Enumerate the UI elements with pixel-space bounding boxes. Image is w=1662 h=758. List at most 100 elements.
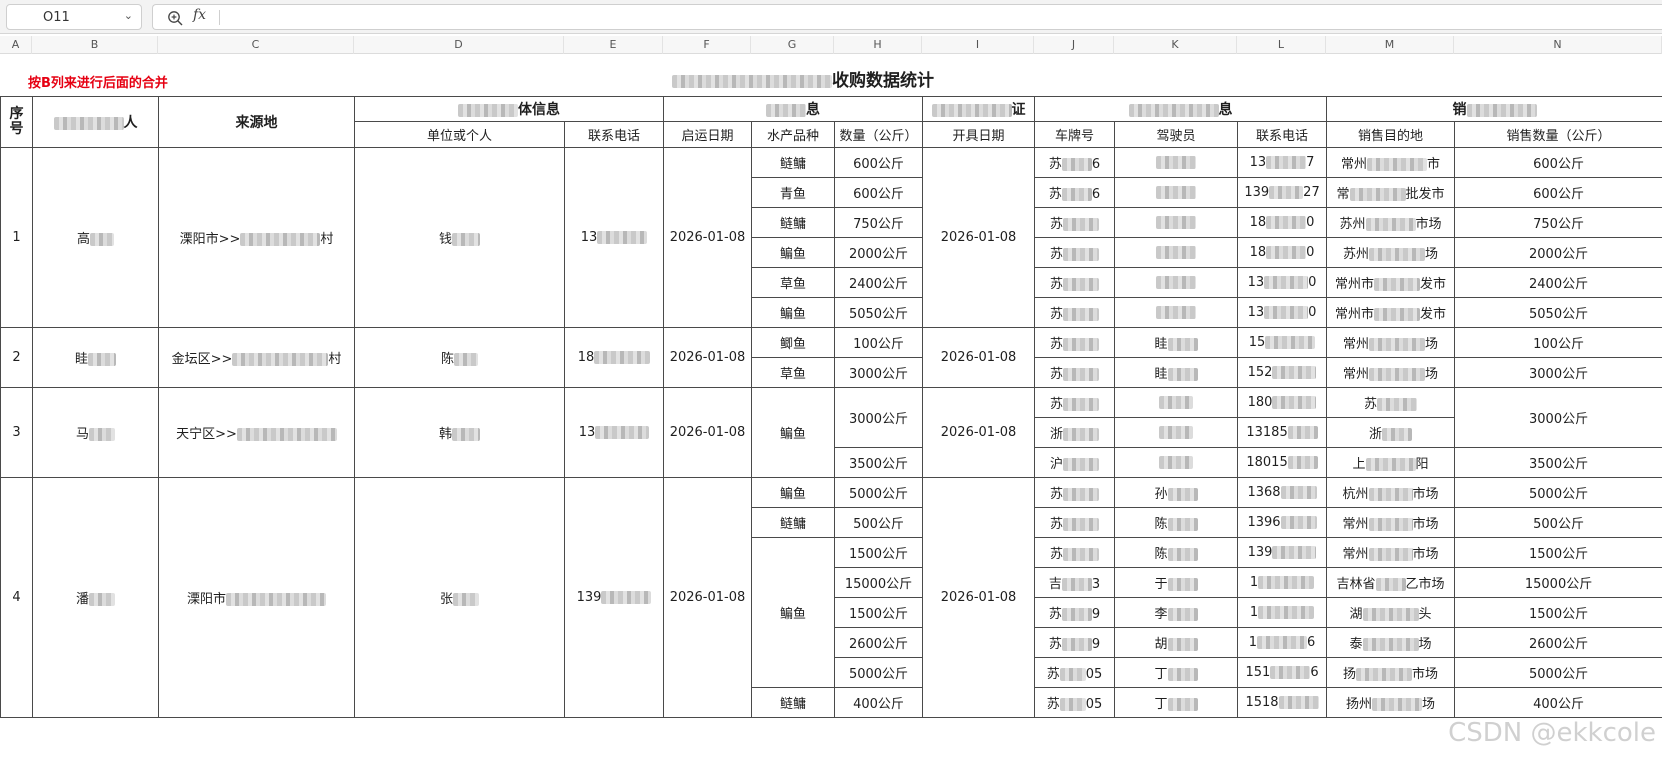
header-transport-info[interactable]: 息 — [1034, 96, 1328, 122]
cell-driver[interactable] — [1114, 207, 1239, 238]
cell-plate[interactable]: 苏 — [1034, 237, 1116, 268]
cell-dest[interactable]: 浙 — [1326, 417, 1456, 448]
cell-species[interactable]: 鲫鱼 — [751, 327, 835, 358]
header-quantity[interactable]: 数量（公斤） — [833, 121, 924, 148]
column-header-h[interactable]: H — [834, 36, 922, 54]
cell-origin[interactable]: 天宁区>> — [158, 387, 355, 478]
cell-plate[interactable]: 吉3 — [1034, 567, 1116, 598]
column-header-a[interactable]: A — [0, 36, 32, 54]
sheet-grid[interactable]: 按B列来进行后面的合并 收购数据统计 序号 人 来源地 体信息 息 证 息 销 … — [0, 54, 1662, 758]
cell-origin[interactable]: 金坛区>> 村 — [158, 327, 355, 388]
cell-species[interactable]: 鳊鱼 — [751, 297, 835, 328]
cell-quantity[interactable]: 3500公斤 — [833, 447, 924, 478]
cell-driver-phone[interactable]: 151 6 — [1237, 657, 1328, 688]
cell-driver-phone[interactable]: 1368 — [1237, 477, 1328, 508]
name-box[interactable]: O11 ⌄ — [6, 4, 142, 30]
cell-species[interactable]: 鲢鳙 — [751, 207, 835, 238]
cell-plate[interactable]: 苏9 — [1034, 627, 1116, 658]
header-agent[interactable]: 人 — [32, 96, 159, 148]
header-driver-phone[interactable]: 联系电话 — [1237, 121, 1328, 148]
cell-driver-phone[interactable]: 15 — [1237, 327, 1328, 358]
cell-driver[interactable]: 陈 — [1114, 507, 1239, 538]
cell-quantity[interactable]: 600公斤 — [833, 177, 924, 208]
cell-driver-phone[interactable]: 13185 — [1237, 417, 1328, 448]
cell-agent[interactable]: 眭 — [32, 327, 159, 388]
function-icon[interactable]: fx — [193, 7, 206, 23]
cell-species[interactable]: 草鱼 — [751, 357, 835, 388]
header-goods-info[interactable]: 息 — [662, 96, 924, 122]
cell-dest[interactable]: 常州场 — [1326, 357, 1456, 388]
cell-species[interactable]: 鳊鱼 — [751, 477, 835, 508]
cell-dest[interactable]: 苏州场 — [1326, 237, 1456, 268]
cell-plate[interactable]: 苏 — [1034, 387, 1116, 418]
cell-dest[interactable]: 苏 — [1326, 387, 1456, 418]
cell-driver-phone[interactable]: 180 — [1237, 387, 1328, 418]
cell-driver-phone[interactable]: 1 — [1237, 567, 1328, 598]
header-origin[interactable]: 来源地 — [158, 96, 355, 148]
header-phone[interactable]: 联系电话 — [564, 121, 664, 148]
cell-driver-phone[interactable]: 13 0 — [1237, 267, 1328, 298]
column-header-c[interactable]: C — [158, 36, 354, 54]
cell-unit[interactable]: 张 — [354, 477, 565, 718]
cell-sale-qty[interactable]: 500公斤 — [1454, 507, 1662, 538]
cell-dest[interactable]: 常州 市场 — [1326, 507, 1456, 538]
cell-plate[interactable]: 苏 — [1034, 267, 1116, 298]
cell-plate[interactable]: 苏 — [1034, 537, 1116, 568]
cell-phone[interactable]: 18 — [564, 327, 664, 388]
cell-quantity[interactable]: 500公斤 — [833, 507, 924, 538]
column-header-d[interactable]: D — [354, 36, 564, 54]
cell-driver-phone[interactable]: 139 — [1237, 537, 1328, 568]
column-header-k[interactable]: K — [1114, 36, 1237, 54]
cell-dest[interactable]: 常州市 发市 — [1326, 297, 1456, 328]
zoom-in-icon[interactable] — [167, 10, 183, 26]
cell-plate[interactable]: 苏 05 — [1034, 657, 1116, 688]
cell-sale-qty[interactable]: 3000公斤 — [1454, 387, 1662, 448]
cell-driver-phone[interactable]: 18015 — [1237, 447, 1328, 478]
column-header-j[interactable]: J — [1034, 36, 1114, 54]
cell-sale-qty[interactable]: 3500公斤 — [1454, 447, 1662, 478]
column-header-l[interactable]: L — [1237, 36, 1326, 54]
cell-sale-qty[interactable]: 5000公斤 — [1454, 657, 1662, 688]
cell-issue-date[interactable]: 2026-01-08 — [922, 477, 1036, 718]
cell-sale-qty[interactable]: 2600公斤 — [1454, 627, 1662, 658]
cell-issue-date[interactable]: 2026-01-08 — [922, 147, 1036, 328]
cell-quantity[interactable]: 100公斤 — [833, 327, 924, 358]
header-cert[interactable]: 证 — [922, 96, 1036, 122]
cell-plate[interactable]: 苏 — [1034, 297, 1116, 328]
cell-sale-qty[interactable]: 2000公斤 — [1454, 237, 1662, 268]
cell-dest[interactable]: 常州市 发市 — [1326, 267, 1456, 298]
cell-issue-date[interactable]: 2026-01-08 — [922, 387, 1036, 478]
cell-species[interactable]: 鳊鱼 — [751, 387, 835, 478]
cell-sale-qty[interactable]: 400公斤 — [1454, 687, 1662, 718]
cell-driver-phone[interactable]: 13 7 — [1237, 147, 1328, 178]
cell-quantity[interactable]: 5000公斤 — [833, 657, 924, 688]
cell-sale-qty[interactable]: 2400公斤 — [1454, 267, 1662, 298]
cell-dest[interactable]: 常州市 — [1326, 147, 1456, 178]
cell-plate[interactable]: 苏 — [1034, 507, 1116, 538]
cell-dest[interactable]: 上阳 — [1326, 447, 1456, 478]
cell-driver[interactable]: 眭 — [1114, 327, 1239, 358]
cell-driver[interactable]: 孙 — [1114, 477, 1239, 508]
cell-seq[interactable]: 2 — [0, 327, 33, 388]
cell-plate[interactable]: 苏 — [1034, 327, 1116, 358]
sheet-title[interactable]: 收购数据统计 — [672, 66, 934, 91]
cell-issue-date[interactable]: 2026-01-08 — [922, 327, 1036, 388]
cell-driver[interactable] — [1114, 417, 1239, 448]
cell-seq[interactable]: 1 — [0, 147, 33, 328]
cell-plate[interactable]: 浙 — [1034, 417, 1116, 448]
cell-driver[interactable]: 胡 — [1114, 627, 1239, 658]
cell-sale-qty[interactable]: 15000公斤 — [1454, 567, 1662, 598]
cell-unit[interactable]: 陈 — [354, 327, 565, 388]
cell-sale-qty[interactable]: 1500公斤 — [1454, 597, 1662, 628]
cell-dest[interactable]: 常州场 — [1326, 327, 1456, 358]
cell-dest[interactable]: 湖头 — [1326, 597, 1456, 628]
cell-quantity[interactable]: 2600公斤 — [833, 627, 924, 658]
chevron-down-icon[interactable]: ⌄ — [124, 9, 133, 22]
cell-species[interactable]: 鲢鳙 — [751, 507, 835, 538]
column-header-m[interactable]: M — [1326, 36, 1454, 54]
cell-driver[interactable]: 丁 — [1114, 687, 1239, 718]
cell-plate[interactable]: 沪 — [1034, 447, 1116, 478]
header-sales-info[interactable]: 销 — [1326, 96, 1662, 122]
cell-dest[interactable]: 常州 市场 — [1326, 537, 1456, 568]
cell-plate[interactable]: 苏 — [1034, 357, 1116, 388]
